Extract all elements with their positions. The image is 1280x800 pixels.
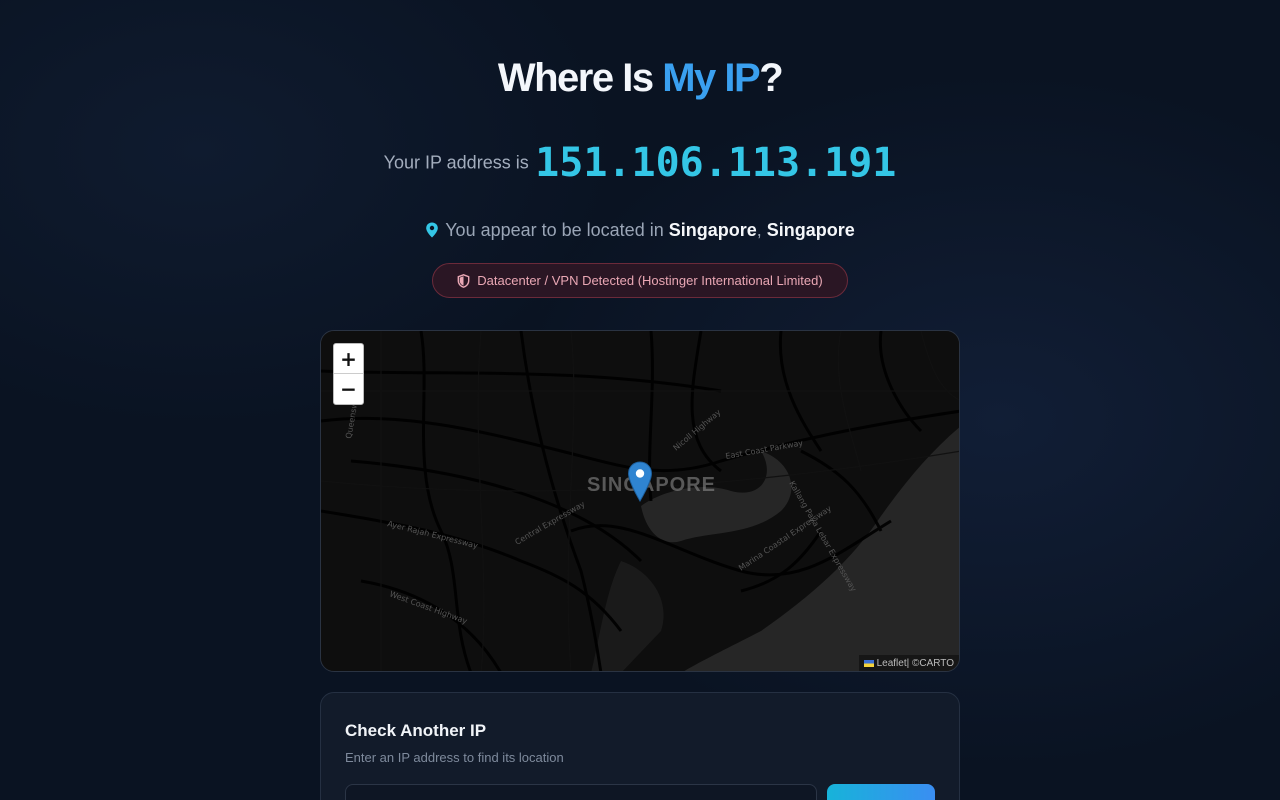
zoom-in-button[interactable]: + xyxy=(334,344,363,374)
shield-icon xyxy=(457,273,470,288)
map-marker-icon[interactable] xyxy=(627,461,653,503)
map-attribution: Leaflet | © CARTO xyxy=(858,655,959,671)
badge-text: Datacenter / VPN Detected (Hostinger Int… xyxy=(477,273,823,288)
title-accent: My IP xyxy=(662,56,760,100)
ukraine-flag-icon xyxy=(863,659,874,667)
location-separator: , xyxy=(756,220,762,240)
page: Where Is My IP? Your IP address is 151.1… xyxy=(0,0,1280,800)
location-country: Singapore xyxy=(766,220,855,240)
lookup-card: Check Another IP Enter an IP address to … xyxy=(320,692,960,800)
ip-lookup-input[interactable] xyxy=(345,784,817,800)
zoom-controls: + − xyxy=(333,343,364,405)
title-suffix: ? xyxy=(759,56,783,100)
attribution-leaflet-link[interactable]: Leaflet xyxy=(877,658,907,669)
ip-address-value[interactable]: 151.106.113.191 xyxy=(535,140,896,186)
lookup-button[interactable] xyxy=(827,784,935,800)
location-line: You appear to be located in Singapore, S… xyxy=(0,220,1280,241)
ip-label: Your IP address is xyxy=(383,152,529,173)
location-map[interactable]: East Coast Parkway Ayer Rajah Expressway… xyxy=(320,330,960,672)
title-prefix: Where Is xyxy=(497,56,663,100)
lookup-subtitle: Enter an IP address to find its location xyxy=(345,750,564,765)
page-title: Where Is My IP? xyxy=(0,56,1280,101)
location-city: Singapore xyxy=(668,220,757,240)
vpn-status-badge: Datacenter / VPN Detected (Hostinger Int… xyxy=(432,263,848,298)
attribution-separator: | © xyxy=(906,657,920,669)
location-prefix: You appear to be located in xyxy=(445,220,664,240)
zoom-out-button[interactable]: − xyxy=(334,374,363,404)
ip-display: Your IP address is 151.106.113.191 xyxy=(0,140,1280,186)
map-pin-icon xyxy=(426,222,439,238)
attribution-carto-link[interactable]: CARTO xyxy=(919,658,954,669)
lookup-title: Check Another IP xyxy=(345,721,487,740)
